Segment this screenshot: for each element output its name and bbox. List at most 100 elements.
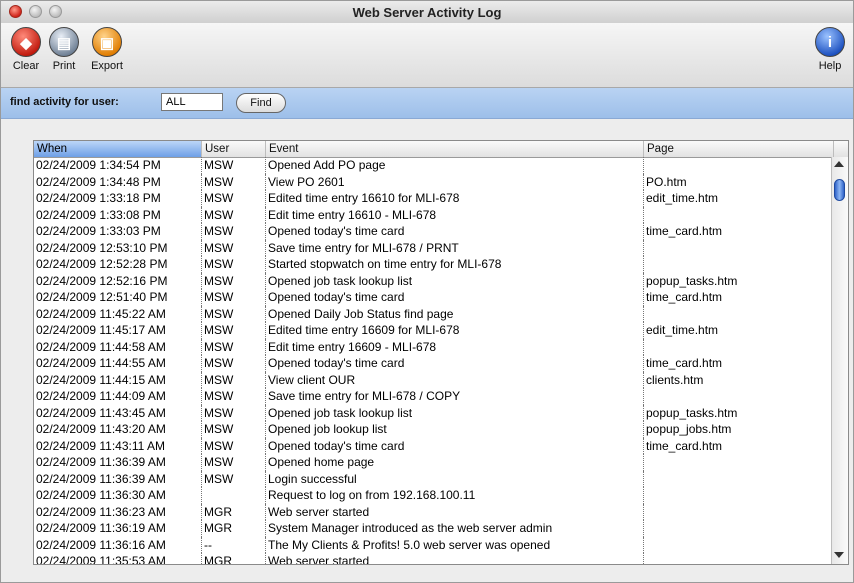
- table-row[interactable]: 02/24/2009 12:51:40 PM MSW Opened today's …: [34, 289, 832, 306]
- cell-event: Opened job task lookup list: [266, 404, 644, 421]
- cell-user: MSW: [202, 190, 266, 207]
- cell-when: 02/24/2009 11:44:58 AM: [34, 338, 202, 355]
- cell-when: 02/24/2009 11:44:15 AM: [34, 371, 202, 388]
- table-row[interactable]: 02/24/2009 11:45:22 AM MSW Opened Daily Jo…: [34, 305, 832, 322]
- eraser-icon: ◆: [11, 27, 41, 57]
- cell-event: Started stopwatch on time entry for MLI-…: [266, 256, 644, 273]
- cell-event: Edited time entry 16609 for MLI-678: [266, 322, 644, 339]
- table-row[interactable]: 02/24/2009 11:43:11 AM MSW Opened today's …: [34, 437, 832, 454]
- table-row[interactable]: 02/24/2009 12:53:10 PM MSW Save time entry…: [34, 239, 832, 256]
- table-row[interactable]: 02/24/2009 11:36:39 AM MSW Login successfu…: [34, 470, 834, 488]
- table-row[interactable]: 02/24/2009 1:33:03 PM MSW Opened today's t…: [34, 223, 832, 240]
- cell-event: Save time entry for MLI-678 / COPY: [266, 388, 644, 405]
- cell-event: Opened today's time card: [266, 289, 644, 306]
- cell-user: MSW: [202, 388, 266, 405]
- column-header-event[interactable]: Event: [266, 141, 644, 157]
- table-row[interactable]: 02/24/2009 11:36:19 AM MGR System Manager …: [34, 520, 832, 537]
- activity-table: When User Event Page 02/24/2009 1:34:54 …: [33, 140, 849, 565]
- clear-button[interactable]: ◆ Clear: [9, 27, 43, 72]
- column-header-page[interactable]: Page: [644, 141, 834, 157]
- title-bar: Web Server Activity Log: [1, 1, 853, 24]
- table-row[interactable]: 02/24/2009 12:52:28 PM MSW Started stopwat…: [34, 256, 832, 273]
- find-bar: find activity for user: Find: [1, 88, 853, 119]
- cell-when: 02/24/2009 1:33:18 PM: [34, 190, 202, 207]
- cell-page: [644, 454, 834, 471]
- export-button[interactable]: ▣ Export: [85, 27, 129, 72]
- cell-when: 02/24/2009 11:36:39 AM: [34, 470, 202, 487]
- print-label: Print: [52, 60, 76, 72]
- vertical-scrollbar[interactable]: [831, 157, 848, 564]
- scroll-up-arrow-icon[interactable]: [834, 161, 844, 167]
- cell-user: MGR: [202, 553, 266, 564]
- cell-event: Save time entry for MLI-678 / PRNT: [266, 239, 644, 256]
- column-header-user[interactable]: User: [202, 141, 266, 157]
- table-row[interactable]: 02/24/2009 11:44:09 AM MSW Save time entry…: [34, 388, 832, 405]
- cell-user: MSW: [202, 338, 266, 355]
- cell-page: popup_tasks.htm: [646, 273, 738, 288]
- cell-user: MSW: [202, 421, 266, 438]
- table-row[interactable]: 02/24/2009 1:33:08 PM MSW Edit time entry …: [34, 206, 832, 223]
- table-row[interactable]: 02/24/2009 11:44:15 AM MSW View client OUR…: [34, 371, 832, 388]
- table-row[interactable]: 02/24/2009 11:44:58 AM MSW Edit time entry…: [34, 338, 832, 355]
- cell-event: Opened job task lookup list: [266, 272, 644, 289]
- cell-user: MSW: [202, 206, 266, 223]
- cell-user: MSW: [202, 272, 266, 289]
- cell-when: 02/24/2009 12:51:40 PM: [34, 289, 202, 306]
- table-row[interactable]: 02/24/2009 1:33:18 PM MSW Edited time entr…: [34, 190, 832, 207]
- cell-page: [644, 388, 834, 405]
- scroll-thumb[interactable]: [834, 179, 845, 201]
- cell-event: Opened Add PO page: [266, 157, 644, 174]
- cell-page: [644, 504, 834, 521]
- cell-when: 02/24/2009 11:45:17 AM: [34, 322, 202, 339]
- table-row[interactable]: 02/24/2009 11:44:55 AM MSW Opened today's …: [34, 355, 832, 372]
- window-title: Web Server Activity Log: [352, 5, 502, 20]
- cell-when: 02/24/2009 12:52:28 PM: [34, 256, 202, 273]
- cell-user: MGR: [202, 520, 266, 537]
- cell-page: [644, 471, 834, 488]
- cell-when: 02/24/2009 12:53:10 PM: [34, 239, 202, 256]
- cell-user: MSW: [202, 173, 266, 190]
- table-row[interactable]: 02/24/2009 1:34:54 PM MSW Opened Add PO pa…: [34, 157, 832, 174]
- cell-when: 02/24/2009 11:36:30 AM: [34, 487, 202, 504]
- cell-page: PO.htm: [646, 174, 687, 189]
- toolbar: ◆ Clear ▤ Print ▣ Export i Help: [1, 23, 853, 88]
- table-row[interactable]: 02/24/2009 1:34:48 PM MSW View PO 2601 PO.h…: [34, 173, 832, 190]
- cell-user: MSW: [202, 355, 266, 372]
- cell-event: Edit time entry 16609 - MLI-678: [266, 338, 644, 355]
- cell-page: [644, 553, 834, 564]
- table-row[interactable]: 02/24/2009 11:36:16 AM -- The My Clients &…: [34, 536, 832, 553]
- table-row[interactable]: 02/24/2009 11:36:30 AM Request to log on …: [34, 487, 832, 504]
- find-button[interactable]: Find: [236, 93, 286, 113]
- cell-user: MSW: [202, 223, 266, 240]
- cell-event: View client OUR: [266, 371, 644, 388]
- cell-user: MSW: [202, 239, 266, 256]
- user-filter-input[interactable]: [161, 93, 223, 111]
- cell-when: 02/24/2009 11:43:11 AM: [34, 437, 202, 454]
- cell-user: --: [202, 536, 266, 553]
- clear-label: Clear: [12, 60, 40, 72]
- app-window: Web Server Activity Log ◆ Clear ▤ Print …: [0, 0, 854, 583]
- print-button[interactable]: ▤ Print: [47, 27, 81, 72]
- table-row[interactable]: 02/24/2009 11:36:39 AM MSW Opened home pag…: [34, 454, 832, 471]
- help-button[interactable]: i Help: [813, 27, 847, 72]
- scroll-down-arrow-icon[interactable]: [834, 552, 844, 558]
- cell-when: 02/24/2009 11:45:22 AM: [34, 305, 202, 322]
- cell-when: 02/24/2009 11:43:20 AM: [34, 421, 202, 438]
- table-row[interactable]: 02/24/2009 11:45:17 AM MSW Edited time ent…: [34, 322, 832, 339]
- table-row[interactable]: 02/24/2009 11:43:45 AM MSW Opened job task…: [34, 404, 832, 421]
- cell-page: popup_jobs.htm: [646, 422, 732, 436]
- cell-page: clients.htm: [646, 372, 704, 387]
- column-header-when[interactable]: When: [34, 141, 202, 157]
- cell-when: 02/24/2009 1:33:03 PM: [34, 223, 202, 240]
- table-row[interactable]: 02/24/2009 11:35:53 AM MGR Web server star…: [34, 553, 834, 564]
- table-row[interactable]: 02/24/2009 11:43:20 AM MSW Opened job look…: [34, 421, 832, 438]
- cell-event: Opened Daily Job Status find page: [266, 305, 644, 322]
- cell-when: 02/24/2009 1:34:54 PM: [34, 157, 202, 174]
- table-row[interactable]: 02/24/2009 11:36:23 AM MGR Web server star…: [34, 503, 834, 521]
- cell-page: [644, 520, 834, 537]
- cell-page: time_card.htm: [646, 290, 723, 304]
- cell-event: View PO 2601: [266, 173, 644, 190]
- table-row[interactable]: 02/24/2009 12:52:16 PM MSW Opened job task…: [34, 272, 832, 289]
- cell-when: 02/24/2009 11:36:19 AM: [34, 520, 202, 537]
- cell-event: Opened today's time card: [266, 437, 644, 454]
